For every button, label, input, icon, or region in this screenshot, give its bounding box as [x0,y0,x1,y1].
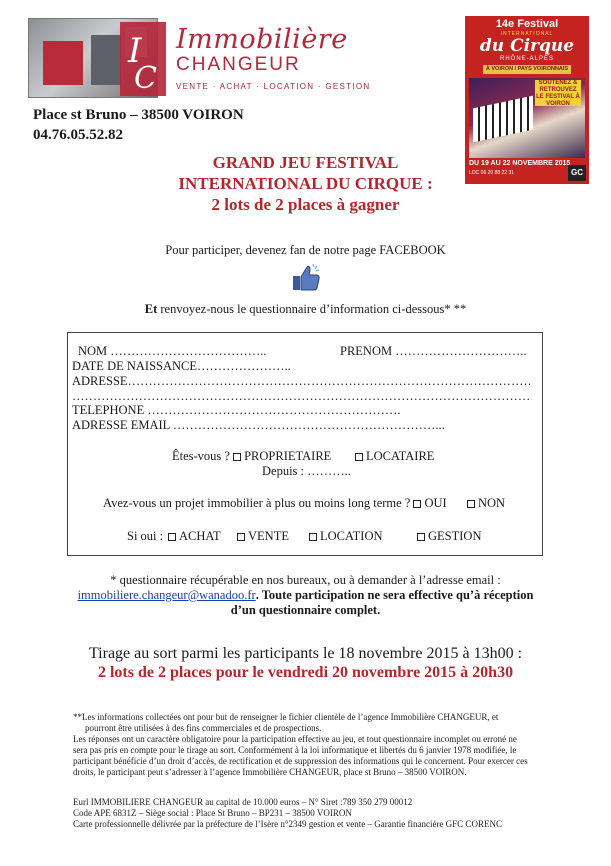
email-field[interactable]: ADRESSE EMAIL ………………………………………………………... [72,418,445,433]
draw-prize-text: 2 lots de 2 places pour le vendredi 20 n… [97,664,514,681]
company-footer: Eurl IMMOBILIERE CHANGEUR au capital de … [73,797,502,830]
location-checkbox[interactable] [309,533,317,541]
achat-label: ACHAT [179,529,221,543]
gestion-checkbox[interactable] [417,533,425,541]
legal-line: **Les informations collectées ont pour b… [73,712,499,722]
brand-name-line2: CHANGEUR [176,54,301,75]
title-line2: INTERNATIONAL DU CIRQUE : [178,174,433,193]
location-label: LOCATION [320,529,383,543]
participation-condition-2: d’un questionnaire complet. [230,603,381,617]
telephone-field[interactable]: TELEPHONE ……………………………………………………. [72,403,400,418]
gestion-option: GESTION [417,529,481,544]
proprietaire-label: PROPRIETAIRE [244,449,332,463]
legal-line: Les réponses ont un caractère obligatoir… [73,734,517,744]
participation-condition: . Toute participation ne sera effective … [255,588,534,602]
agency-address: Place st Bruno – 38500 VOIRON [33,107,244,123]
vente-option: VENTE [237,529,289,544]
title-line1: GRAND JEU FESTIVAL [212,153,399,172]
footer-line: Carte professionnelle délivrée par la pr… [73,819,502,829]
vente-checkbox[interactable] [237,533,245,541]
adresse-field-line2[interactable]: ……………………………………………………………………………………………………..… [72,389,532,404]
questionnaire-notice: * questionnaire récupérable en nos burea… [110,573,501,587]
agency-logo-mark: I C [120,22,166,96]
storefront-building [91,35,121,85]
legal-notice: **Les informations collectées ont pour b… [73,712,528,778]
project-question: Avez-vous un projet immobilier à plus ou… [103,496,447,511]
send-bold: Et [144,302,158,316]
poster-badge: SOUTENEZ & RETROUVEZ LE FESTIVAL À VOIRO… [535,80,581,107]
agency-phone: 04.76.05.52.82 [33,127,123,143]
footer-line: Eurl IMMOBILIERE CHANGEUR au capital de … [73,797,413,807]
brand-name-line1: Immobilière [176,24,348,55]
contact-email-link[interactable]: immobiliere.changeur@wanadoo.fr [78,588,256,602]
date-naissance-field[interactable]: DATE DE NAISSANCE………………….. [72,359,291,374]
questionnaire-email-line: immobiliere.changeur@wanadoo.fr. Toute p… [0,588,611,603]
svg-text:C: C [134,61,157,96]
draw-date-text: Tirage au sort parmi les participants le… [88,645,523,662]
location-option: LOCATION [309,529,383,544]
non-option: NON [467,496,505,511]
adresse-field[interactable]: ADRESSE………………………………………………………………………………………… [72,374,530,389]
status-question: Êtes-vous ? PROPRIETAIRE [172,449,331,464]
participate-text: Pour participer, devenez fan de notre pa… [165,243,446,257]
non-checkbox[interactable] [467,500,475,508]
si-oui-label: Si oui : [127,529,164,543]
status-label: Êtes-vous ? [172,449,230,463]
nom-field[interactable]: NOM ……………………………….. [78,344,267,359]
prenom-field[interactable]: PRENOM ………………………….. [340,344,526,359]
proprietaire-checkbox[interactable] [233,453,242,461]
achat-option: ACHAT [168,529,221,544]
storefront-shop [43,41,83,85]
legal-line: droits, le participant peut s’adresser à… [73,767,467,777]
vente-label: VENTE [248,529,289,543]
oui-checkbox[interactable] [413,500,422,508]
title-line3: 2 lots de 2 places à gagner [211,195,400,214]
poster-region: RHÔNE-ALPES [499,56,554,62]
locataire-checkbox[interactable] [355,453,363,461]
brand-tagline: VENTE · ACHAT · LOCATION · GESTION [176,82,371,91]
non-label: NON [478,496,506,510]
gestion-label: GESTION [428,529,482,543]
poster-cirque: du Cirque [479,36,575,56]
achat-checkbox[interactable] [168,533,176,541]
poster-edition: 14e Festival [495,18,559,30]
facebook-like-icon[interactable] [290,262,322,294]
send-questionnaire-text: Et renvoyez-nous le questionnaire d’info… [0,302,611,317]
depuis-field[interactable]: Depuis : ……….. [262,464,351,479]
legal-line: sera pas pris en compte pour le tirage a… [73,745,517,755]
legal-line: participant bénéficie d’un droit d’accès… [73,756,528,766]
legal-line: pourront être utilisées à des fins comme… [85,723,322,733]
locataire-label: LOCATAIRE [366,449,435,463]
oui-label: OUI [424,496,447,510]
send-rest: renvoyez-nous le questionnaire d’informa… [157,302,467,316]
project-label: Avez-vous un projet immobilier à plus ou… [103,496,411,510]
poster-band: À VOIRON / PAYS VOIRONNAIS [483,65,571,74]
footer-line: Code APE 6831Z – Siège social : Place St… [73,808,352,818]
locataire-option: LOCATAIRE [355,449,434,464]
